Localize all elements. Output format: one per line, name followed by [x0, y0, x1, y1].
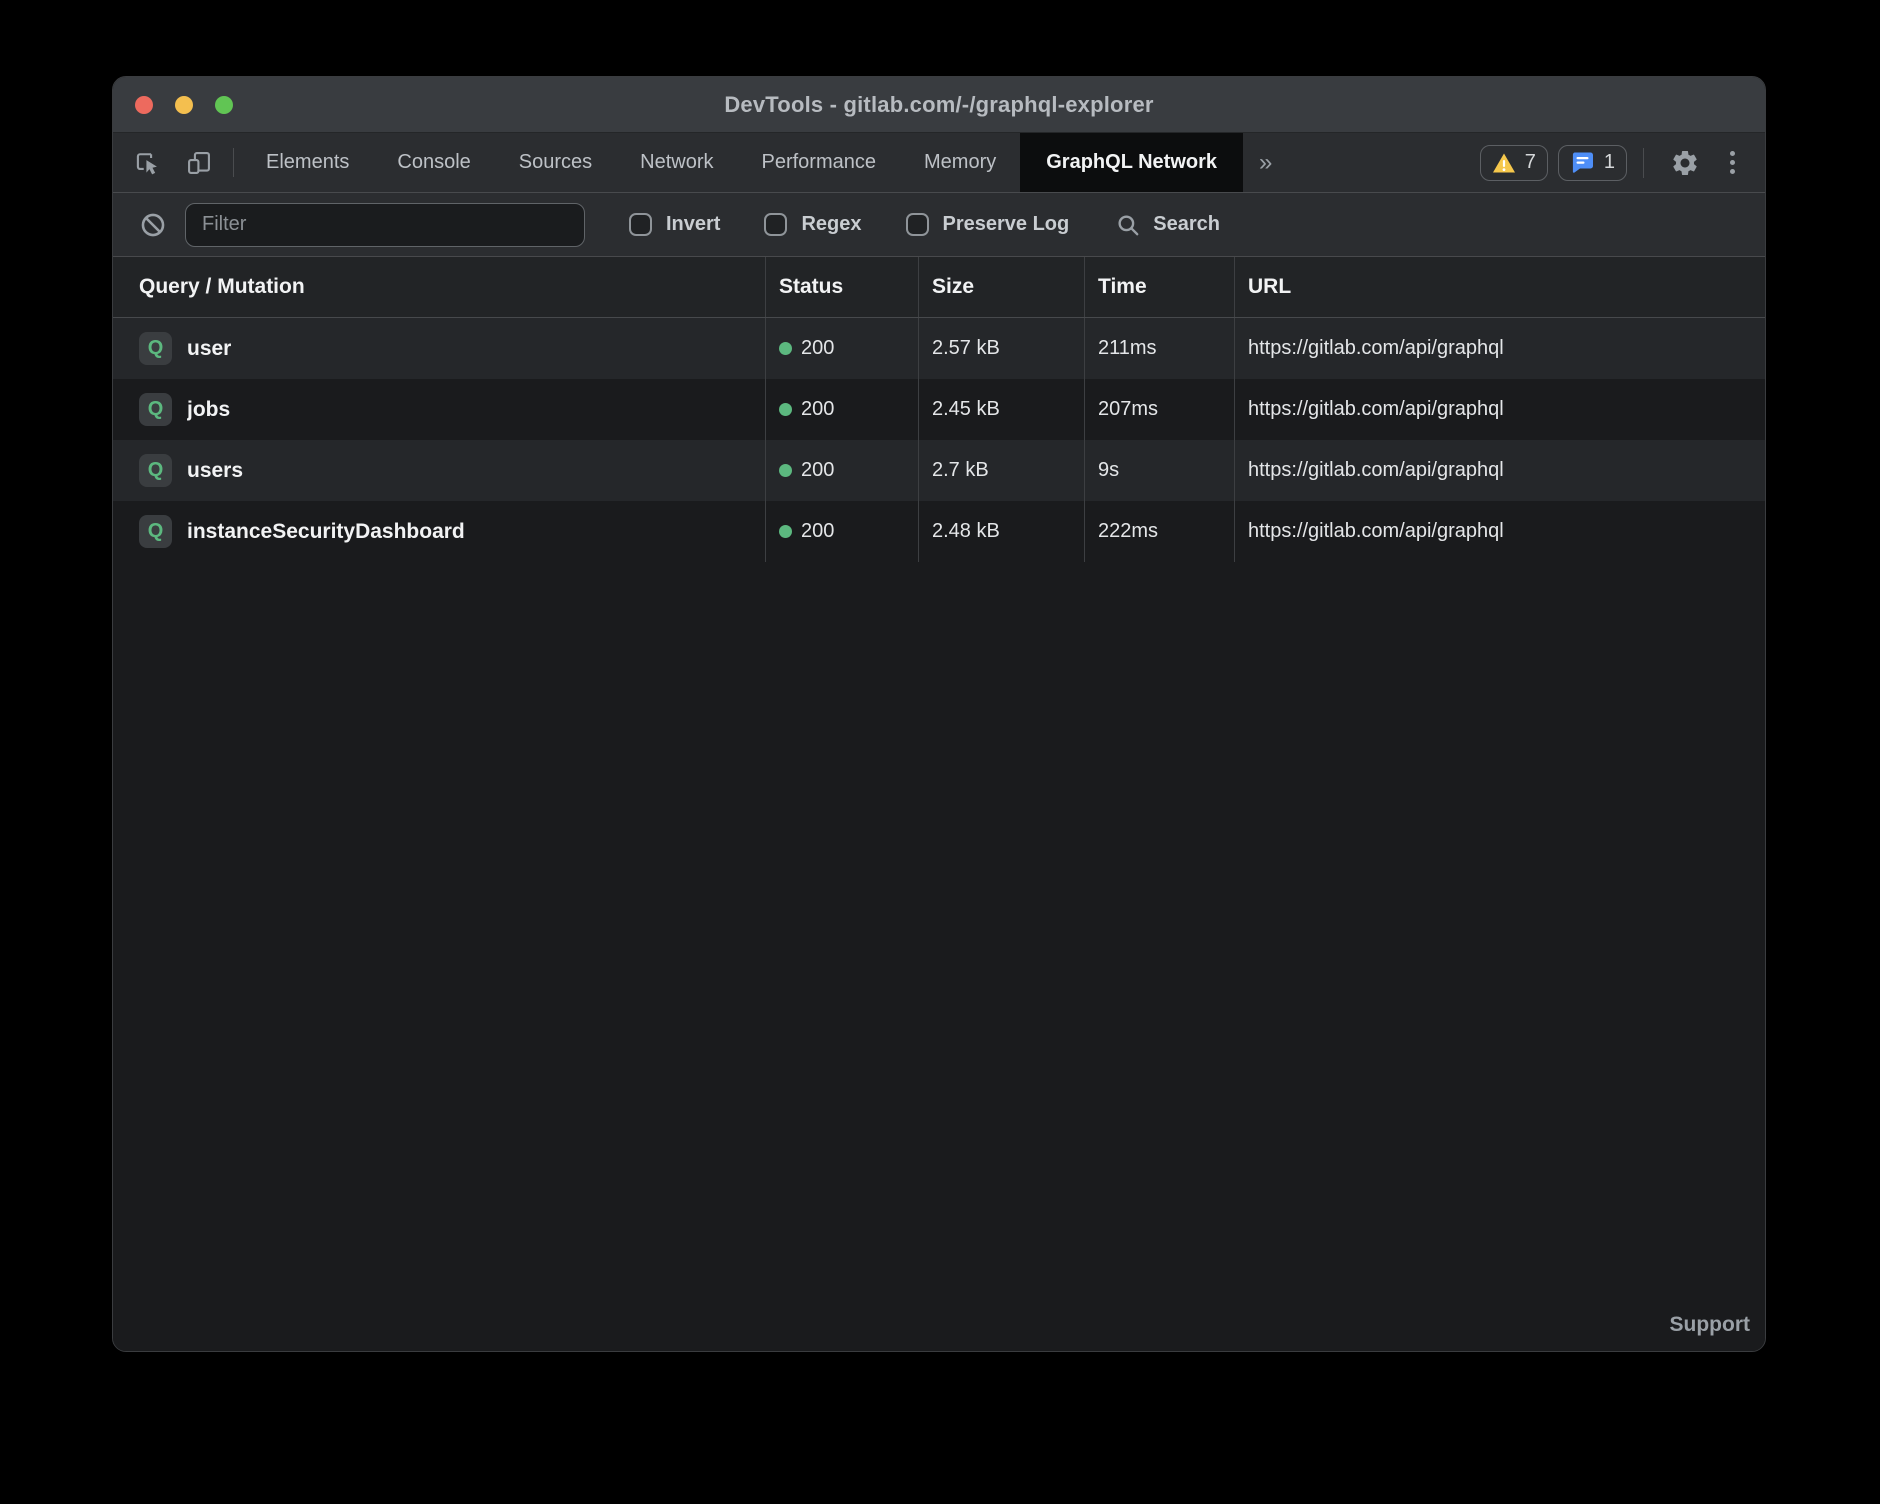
settings-button[interactable] — [1658, 148, 1712, 178]
network-filter-toolbar: Invert Regex Preserve Log Search — [113, 193, 1765, 257]
tab-elements[interactable]: Elements — [242, 133, 373, 192]
more-tabs-button[interactable]: » — [1243, 133, 1288, 192]
request-size: 2.7 kB — [932, 459, 989, 482]
request-url: https://gitlab.com/api/graphql — [1248, 398, 1504, 421]
table-row[interactable]: Q jobs 200 2.45 kB 207ms https://gitlab.… — [113, 379, 1765, 440]
inspect-element-button[interactable] — [113, 133, 173, 192]
status-ok-dot — [779, 342, 792, 355]
request-name: users — [187, 459, 243, 483]
preserve-log-checkbox[interactable] — [906, 213, 929, 236]
search-button[interactable]: Search — [1115, 212, 1220, 238]
query-type-badge: Q — [139, 393, 172, 426]
toggle-device-toolbar-button[interactable] — [173, 133, 225, 192]
request-time: 211ms — [1098, 337, 1157, 360]
support-link[interactable]: Support — [1670, 1313, 1750, 1337]
minimize-window-button[interactable] — [175, 96, 193, 114]
column-header-status[interactable]: Status — [765, 257, 918, 317]
request-time: 207ms — [1098, 398, 1158, 421]
table-row[interactable]: Q user 200 2.57 kB 211ms https://gitlab.… — [113, 318, 1765, 379]
request-size: 2.57 kB — [932, 337, 1000, 360]
preserve-log-label: Preserve Log — [943, 213, 1070, 236]
close-window-button[interactable] — [135, 96, 153, 114]
requests-table-header: Query / Mutation Status Size Time URL — [113, 257, 1765, 318]
search-label: Search — [1153, 213, 1220, 236]
status-code: 200 — [801, 337, 834, 360]
query-type-badge: Q — [139, 515, 172, 548]
status-ok-dot — [779, 403, 792, 416]
request-url: https://gitlab.com/api/graphql — [1248, 337, 1504, 360]
invert-checkbox[interactable] — [629, 213, 652, 236]
invert-checkbox-group[interactable]: Invert — [629, 213, 720, 236]
column-header-size[interactable]: Size — [918, 257, 1084, 317]
status-ok-dot — [779, 525, 792, 538]
warning-icon — [1492, 152, 1516, 174]
window-controls — [135, 77, 233, 132]
column-header-url[interactable]: URL — [1234, 257, 1765, 317]
request-name: instanceSecurityDashboard — [187, 520, 465, 544]
column-header-time[interactable]: Time — [1084, 257, 1234, 317]
request-url: https://gitlab.com/api/graphql — [1248, 459, 1504, 482]
requests-panel-empty-area: Support — [113, 562, 1765, 1351]
request-time: 9s — [1098, 459, 1119, 482]
tab-network[interactable]: Network — [616, 133, 737, 192]
tab-console[interactable]: Console — [373, 133, 494, 192]
request-size: 2.48 kB — [932, 520, 1000, 543]
devtools-window: DevTools - gitlab.com/-/graphql-explorer… — [112, 76, 1766, 1352]
block-icon — [139, 211, 167, 239]
controls-divider — [1643, 148, 1644, 178]
window-title: DevTools - gitlab.com/-/graphql-explorer — [724, 92, 1153, 118]
devtools-tab-bar: Elements Console Sources Network Perform… — [113, 133, 1765, 193]
clear-requests-button[interactable] — [131, 211, 175, 239]
request-name: jobs — [187, 398, 230, 422]
query-type-badge: Q — [139, 332, 172, 365]
tab-performance[interactable]: Performance — [738, 133, 901, 192]
regex-checkbox[interactable] — [764, 213, 787, 236]
request-name: user — [187, 337, 231, 361]
request-size: 2.45 kB — [932, 398, 1000, 421]
column-header-query-mutation[interactable]: Query / Mutation — [113, 257, 765, 317]
title-bar: DevTools - gitlab.com/-/graphql-explorer — [113, 77, 1765, 133]
warnings-badge[interactable]: 7 — [1480, 145, 1548, 181]
tab-sources[interactable]: Sources — [495, 133, 616, 192]
tab-bar-right-controls: 7 1 — [1470, 133, 1765, 192]
request-url: https://gitlab.com/api/graphql — [1248, 520, 1504, 543]
regex-label: Regex — [801, 213, 861, 236]
zoom-window-button[interactable] — [215, 96, 233, 114]
preserve-log-checkbox-group[interactable]: Preserve Log — [906, 213, 1070, 236]
invert-label: Invert — [666, 213, 720, 236]
filter-input[interactable] — [185, 203, 585, 247]
request-time: 222ms — [1098, 520, 1158, 543]
tab-memory[interactable]: Memory — [900, 133, 1020, 192]
devtools-menu-button[interactable] — [1718, 151, 1747, 174]
status-ok-dot — [779, 464, 792, 477]
warnings-count: 7 — [1525, 151, 1536, 174]
tab-bar-divider — [233, 148, 234, 177]
inspect-cursor-icon — [133, 149, 161, 177]
tab-graphql-network[interactable]: GraphQL Network — [1020, 133, 1243, 192]
kebab-icon — [1730, 151, 1735, 156]
regex-checkbox-group[interactable]: Regex — [764, 213, 861, 236]
device-toolbar-icon — [185, 149, 213, 177]
table-row[interactable]: Q instanceSecurityDashboard 200 2.48 kB … — [113, 501, 1765, 562]
issues-badge[interactable]: 1 — [1558, 145, 1627, 181]
query-type-badge: Q — [139, 454, 172, 487]
issues-count: 1 — [1604, 151, 1615, 174]
table-row[interactable]: Q users 200 2.7 kB 9s https://gitlab.com… — [113, 440, 1765, 501]
message-icon — [1570, 151, 1595, 174]
gear-icon — [1670, 148, 1700, 178]
search-icon — [1115, 212, 1141, 238]
status-code: 200 — [801, 520, 834, 543]
status-code: 200 — [801, 459, 834, 482]
status-code: 200 — [801, 398, 834, 421]
